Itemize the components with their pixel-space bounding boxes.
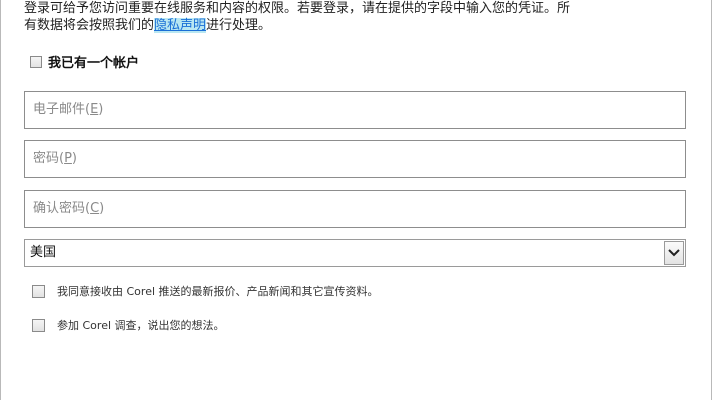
survey-consent-checkbox-box[interactable]: [32, 318, 45, 332]
login-panel: 登录可给予您访问重要在线服务和内容的权限。若要登录，请在提供的字段中输入您的凭证…: [0, 0, 712, 400]
email-placeholder: 电子邮件(E): [33, 92, 103, 128]
confirm-password-field[interactable]: 确认密码(C): [24, 190, 686, 228]
intro-line-2: 有数据将会按照我们的隐私声明进行处理。: [24, 17, 694, 34]
confirm-password-access-key: C: [90, 201, 100, 216]
password-field[interactable]: 密码(P): [24, 140, 686, 178]
offers-consent-label: 我同意接收由 Corel 推送的最新报价、产品新闻和其它宣传资料。: [57, 285, 379, 298]
survey-consent-label: 参加 Corel 调查，说出您的想法。: [57, 319, 225, 332]
password-placeholder-end: ): [71, 151, 77, 166]
privacy-statement-link[interactable]: 隐私声明: [154, 18, 207, 33]
offers-consent-checkbox[interactable]: 我同意接收由 Corel 推送的最新报价、产品新闻和其它宣传资料。: [32, 283, 379, 299]
survey-consent-checkbox[interactable]: 参加 Corel 调查，说出您的想法。: [32, 317, 225, 333]
have-account-checkbox-box[interactable]: [30, 55, 42, 68]
have-account-checkbox[interactable]: 我已有一个帐户: [30, 52, 139, 71]
email-placeholder-end: ): [98, 102, 104, 117]
email-field[interactable]: 电子邮件(E): [24, 91, 686, 129]
intro-line-2-start: 有数据将会按照我们的: [24, 18, 155, 33]
intro-text: 登录可给予您访问重要在线服务和内容的权限。若要登录，请在提供的字段中输入您的凭证…: [24, 0, 694, 34]
password-access-key: P: [64, 151, 72, 166]
country-select[interactable]: 美国: [24, 239, 686, 267]
confirm-password-placeholder: 确认密码(C): [33, 191, 104, 227]
intro-line-2-end: 进行处理。: [206, 18, 272, 33]
offers-consent-checkbox-box[interactable]: [32, 284, 45, 298]
password-placeholder-text: 密码(: [33, 151, 65, 166]
intro-line-1: 登录可给予您访问重要在线服务和内容的权限。若要登录，请在提供的字段中输入您的凭证…: [24, 1, 571, 16]
email-placeholder-text: 电子邮件(: [33, 102, 91, 117]
confirm-password-placeholder-text: 确认密码(: [33, 201, 91, 216]
password-placeholder: 密码(P): [33, 141, 77, 177]
dropdown-button[interactable]: [664, 241, 684, 265]
chevron-down-icon: [668, 249, 680, 257]
have-account-label: 我已有一个帐户: [48, 56, 140, 71]
country-selected-value: 美国: [30, 245, 57, 260]
confirm-password-placeholder-end: ): [99, 201, 105, 216]
